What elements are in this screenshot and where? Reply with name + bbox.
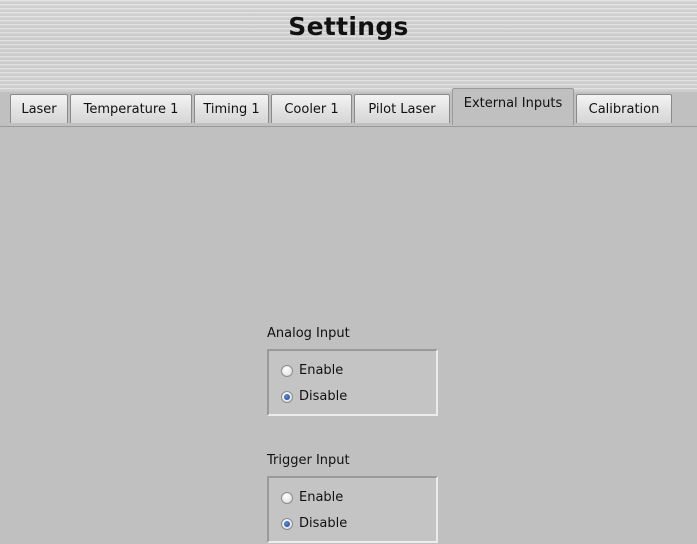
settings-header: Settings — [0, 0, 697, 92]
trigger-enable-radio[interactable] — [281, 491, 293, 504]
tab-label: Calibration — [588, 101, 660, 117]
trigger-enable-label: Enable — [299, 490, 344, 505]
analog-input-label: Analog Input — [267, 326, 350, 341]
tab-laser[interactable]: Laser — [10, 94, 68, 123]
analog-enable-label: Enable — [299, 363, 344, 378]
trigger-disable-label: Disable — [299, 516, 348, 531]
tab-divider — [0, 126, 697, 127]
analog-disable-label: Disable — [299, 389, 348, 404]
tab-label: Cooler 1 — [284, 101, 339, 117]
trigger-disable-radio[interactable] — [281, 517, 293, 530]
tab-label: External Inputs — [463, 95, 563, 111]
tab-pilot-laser[interactable]: Pilot Laser — [354, 94, 450, 123]
trigger-input-enable-option[interactable]: Enable — [281, 490, 343, 505]
tab-cooler-1[interactable]: Cooler 1 — [271, 94, 352, 123]
tab-external-inputs[interactable]: External Inputs — [452, 88, 574, 125]
tab-temperature-1[interactable]: Temperature 1 — [70, 94, 192, 123]
tab-timing-1[interactable]: Timing 1 — [194, 94, 269, 123]
analog-input-radio-group: Enable Disable — [267, 349, 438, 416]
trigger-input-radio-group: Enable Disable — [267, 476, 438, 543]
tab-label: Laser — [21, 101, 57, 117]
tab-calibration[interactable]: Calibration — [576, 94, 672, 123]
tab-label: Temperature 1 — [83, 101, 179, 117]
analog-input-disable-option[interactable]: Disable — [281, 389, 347, 404]
analog-input-enable-option[interactable]: Enable — [281, 363, 343, 378]
tab-label: Timing 1 — [203, 101, 260, 117]
analog-disable-radio[interactable] — [281, 390, 293, 403]
tab-strip: Laser Temperature 1 Timing 1 Cooler 1 Pi… — [0, 88, 697, 127]
analog-enable-radio[interactable] — [281, 364, 293, 377]
trigger-input-label: Trigger Input — [267, 453, 350, 468]
trigger-input-disable-option[interactable]: Disable — [281, 516, 347, 531]
page-title: Settings — [288, 12, 409, 41]
tab-label: Pilot Laser — [368, 101, 436, 117]
